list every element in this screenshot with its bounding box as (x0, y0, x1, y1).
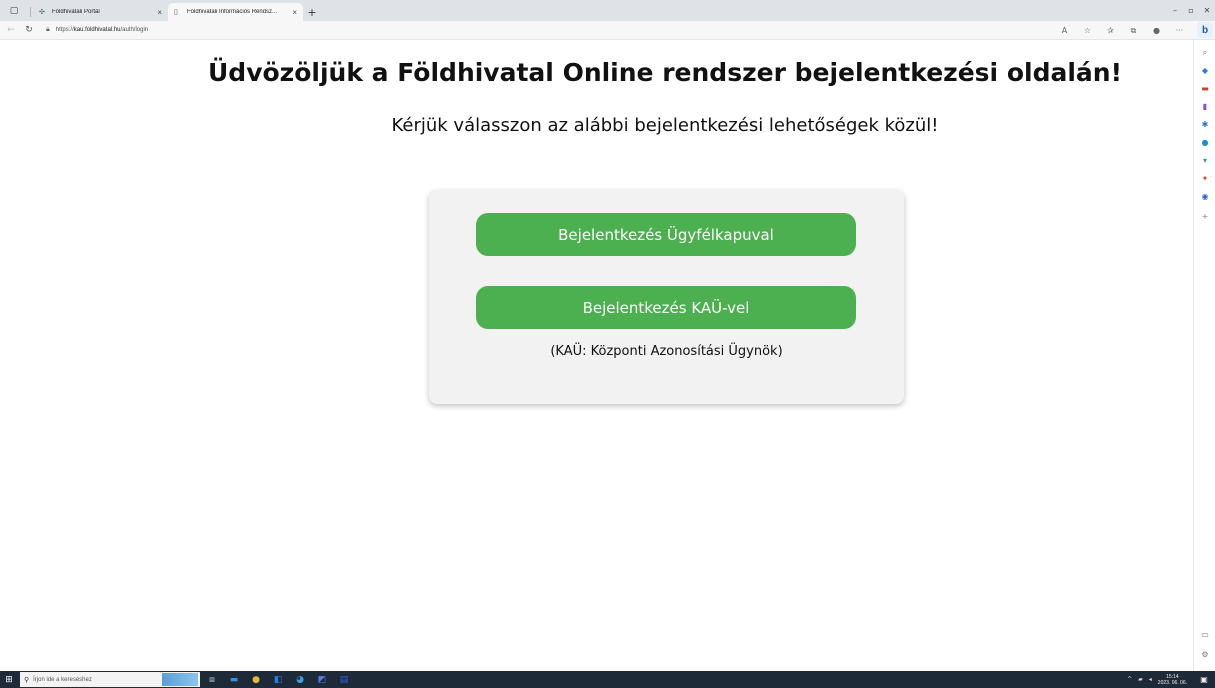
tab-foldhivatali-informacios-rendszer[interactable]: ▯ Földhivatali Információs Rendsz... × (168, 3, 303, 21)
split-screen-icon[interactable]: ▭ (1194, 630, 1215, 639)
page-subtitle: Kérjük válasszon az alábbi bejelentkezés… (391, 115, 939, 136)
teams-icon[interactable]: ◩ (312, 671, 332, 688)
login-card: Bejelentkezés Ügyfélkapuval Bejelentkezé… (429, 190, 904, 404)
drop-icon[interactable]: ▾ (1194, 156, 1215, 165)
chevron-up-icon[interactable]: ^ (1127, 676, 1132, 683)
tab-strip: ▢ ✣ Földhivatali Portál × ▯ Földhivatali… (0, 0, 1215, 21)
edge-app-icon[interactable]: ◉ (1194, 192, 1215, 201)
read-aloud-icon[interactable]: A (1057, 26, 1072, 35)
notification-icon[interactable]: ▣ (1197, 675, 1211, 684)
address-bar: ← ↻ 🔒︎ https://kau.foldhivatal.hu/auth/l… (0, 21, 1215, 40)
new-tab-button[interactable]: + (303, 3, 321, 21)
settings-gear-icon[interactable]: ⚙ (1194, 650, 1215, 659)
search-icon[interactable]: ⌕ (1194, 48, 1215, 58)
back-icon[interactable]: ← (4, 25, 18, 35)
file-explorer-icon[interactable]: ▬ (224, 671, 244, 688)
page-title: Üdvözöljük a Földhivatal Online rendszer… (208, 58, 1122, 87)
search-icon: ⚲ (24, 676, 30, 684)
clock[interactable]: 15:14 2023. 06. 06. (1158, 674, 1187, 686)
collections-icon[interactable]: ⧉ (1126, 26, 1141, 36)
taskbar-search-input[interactable]: ⚲ Írjon ide a kereséshez (20, 672, 200, 687)
kau-explanation: (KAÜ: Központi Azonosítási Ügynök) (550, 344, 783, 359)
more-options-icon[interactable]: ··· (1172, 26, 1187, 35)
minimize-icon[interactable]: – (1167, 6, 1183, 15)
bing-icon[interactable]: b (1197, 22, 1213, 38)
edge-icon[interactable]: ◕ (290, 671, 310, 688)
chrome-icon[interactable]: ● (246, 671, 266, 688)
outlook-icon[interactable]: ◧ (268, 671, 288, 688)
favorite-star-icon[interactable]: ☆ (1080, 26, 1095, 35)
tab-label: Földhivatali Információs Rendsz... (187, 9, 278, 15)
task-view-icon[interactable]: ⧈ (202, 671, 222, 688)
url-path: /auth/login (120, 27, 149, 33)
windows-taskbar: ⊞ ⚲ Írjon ide a kereséshez ⧈ ▬ ● ◧ ◕ ◩ ▤… (0, 671, 1215, 688)
url-scheme: https:// (55, 27, 74, 33)
close-icon[interactable]: × (292, 8, 297, 17)
login-kau-button[interactable]: Bejelentkezés KAÜ-vel (476, 286, 856, 329)
refresh-icon[interactable]: ↻ (22, 25, 36, 35)
profile-icon[interactable]: ● (1149, 26, 1164, 35)
games-icon[interactable]: ▮ (1194, 102, 1215, 111)
restore-icon[interactable]: ▫ (1183, 6, 1199, 15)
word-icon[interactable]: ▤ (334, 671, 354, 688)
outlook-icon[interactable]: ● (1194, 138, 1215, 147)
network-icon[interactable]: ▰ (1138, 676, 1143, 683)
page-content: Üdvözöljük a Földhivatal Online rendszer… (0, 40, 1193, 671)
url-field[interactable]: 🔒︎ https://kau.foldhivatal.hu/auth/login (46, 23, 1066, 38)
add-icon[interactable]: + (1194, 212, 1215, 221)
close-icon[interactable]: × (157, 8, 162, 17)
login-ugyfelkapu-button[interactable]: Bejelentkezés Ügyfélkapuval (476, 213, 856, 256)
url-host: kau.foldhivatal.hu (73, 27, 121, 33)
volume-icon[interactable]: ◂ (1149, 676, 1152, 683)
favorites-icon[interactable]: ✰ (1103, 26, 1118, 35)
lock-icon[interactable]: 🔒︎ (46, 26, 50, 34)
clock-date: 2023. 06. 06. (1157, 679, 1187, 686)
tab-foldhivatali-portal[interactable]: ✣ Földhivatali Portál × (33, 3, 168, 21)
taskbar-search-placeholder: Írjon ide a kereséshez (33, 676, 92, 683)
close-window-icon[interactable]: ✕ (1199, 6, 1215, 15)
tab-separator (30, 7, 31, 17)
search-highlight-image (162, 673, 198, 686)
browser-toolbar: A ☆ ✰ ⧉ ● ··· (1049, 21, 1187, 40)
page-icon: ▯ (174, 9, 178, 16)
tab-label: Földhivatali Portál (52, 9, 100, 15)
system-tray: ^ ▰ ◂ 15:14 2023. 06. 06. ▣ (1127, 671, 1215, 688)
tab-actions-icon[interactable]: ▢ (0, 0, 28, 21)
designer-icon[interactable]: ✦ (1194, 174, 1215, 183)
windows-start-icon[interactable]: ⊞ (0, 671, 18, 688)
window-controls: – ▫ ✕ (1167, 0, 1215, 21)
leaf-icon: ✣ (39, 9, 45, 16)
